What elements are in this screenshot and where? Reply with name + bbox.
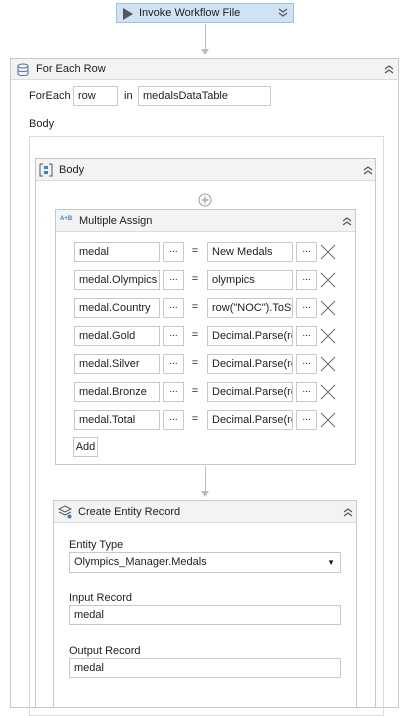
assign-left-input[interactable]: medal.Olympics (74, 270, 160, 290)
flow-arrow (201, 491, 209, 497)
foreach-item-input[interactable]: row (73, 86, 118, 106)
entity-type-select[interactable]: Olympics_Manager.Medals ▼ (69, 552, 341, 573)
assign-right-input[interactable]: Decimal.Parse(ro (207, 410, 293, 430)
right-expression-button[interactable]: ... (296, 242, 317, 262)
assign-right-input[interactable]: Decimal.Parse(ro (207, 382, 293, 402)
create-entity-title: Create Entity Record (78, 506, 181, 518)
invoke-workflow-activity[interactable]: Invoke Workflow File (116, 3, 294, 23)
right-expression-button[interactable]: ... (296, 270, 317, 290)
collapse-icon[interactable] (362, 165, 374, 175)
collapse-icon[interactable] (342, 507, 354, 517)
entity-type-label: Entity Type (69, 539, 124, 551)
database-icon (17, 63, 29, 76)
body-sequence-title: Body (59, 164, 85, 176)
entity-layers-icon (58, 505, 72, 519)
invoke-workflow-title: Invoke Workflow File (139, 7, 241, 19)
left-expression-button[interactable]: ... (163, 410, 184, 430)
equals-sign: = (191, 357, 199, 369)
flow-connector (205, 24, 206, 50)
add-assign-button[interactable]: Add (73, 437, 98, 457)
equals-sign: = (191, 329, 199, 341)
equals-sign: = (191, 413, 199, 425)
right-expression-button[interactable]: ... (296, 298, 317, 318)
body-sequence-header (36, 159, 375, 181)
right-expression-button[interactable]: ... (296, 326, 317, 346)
assign-left-input[interactable]: medal.Total (74, 410, 160, 430)
equals-sign: = (191, 273, 199, 285)
assign-right-input[interactable]: New Medals (207, 242, 293, 262)
flow-connector (205, 466, 206, 492)
left-expression-button[interactable]: ... (163, 298, 184, 318)
output-record-field[interactable]: medal (69, 658, 341, 678)
for-each-title: For Each Row (36, 63, 106, 75)
add-activity-icon[interactable] (198, 193, 212, 207)
delete-row-icon[interactable] (319, 383, 337, 401)
assign-left-input[interactable]: medal.Bronze (74, 382, 160, 402)
collapse-icon[interactable] (383, 64, 395, 74)
chevron-down-icon[interactable] (277, 8, 289, 18)
assign-right-input[interactable]: Decimal.Parse(ro (207, 326, 293, 346)
equals-sign: = (191, 385, 199, 397)
entity-type-value: Olympics_Manager.Medals (74, 556, 207, 568)
delete-row-icon[interactable] (319, 271, 337, 289)
flow-arrow (201, 49, 209, 55)
delete-row-icon[interactable] (319, 299, 337, 317)
left-expression-button[interactable]: ... (163, 242, 184, 262)
input-record-field[interactable]: medal (69, 605, 341, 625)
collection-input[interactable]: medalsDataTable (138, 86, 271, 106)
assign-right-input[interactable]: row("NOC").ToSt (207, 298, 293, 318)
delete-row-icon[interactable] (319, 355, 337, 373)
collapse-icon[interactable] (341, 216, 353, 226)
assign-left-input[interactable]: medal (74, 242, 160, 262)
left-expression-button[interactable]: ... (163, 270, 184, 290)
equals-sign: = (191, 301, 199, 313)
dropdown-arrow-icon: ▼ (327, 558, 335, 567)
assign-left-input[interactable]: medal.Silver (74, 354, 160, 374)
multiple-assign-title: Multiple Assign (79, 215, 153, 227)
in-label: in (124, 90, 133, 102)
delete-row-icon[interactable] (319, 327, 337, 345)
foreach-label: ForEach (29, 90, 71, 102)
right-expression-button[interactable]: ... (296, 410, 317, 430)
assign-icon: A+B (60, 216, 73, 222)
output-record-label: Output Record (69, 645, 141, 657)
delete-row-icon[interactable] (319, 411, 337, 429)
left-expression-button[interactable]: ... (163, 354, 184, 374)
assign-left-input[interactable]: medal.Country (74, 298, 160, 318)
equals-sign: = (191, 245, 199, 257)
sequence-icon (39, 163, 53, 177)
input-record-label: Input Record (69, 592, 132, 604)
assign-right-input[interactable]: olympics (207, 270, 293, 290)
assign-left-input[interactable]: medal.Gold (74, 326, 160, 346)
delete-row-icon[interactable] (319, 243, 337, 261)
right-expression-button[interactable]: ... (296, 354, 317, 374)
left-expression-button[interactable]: ... (163, 326, 184, 346)
play-icon (123, 8, 133, 20)
left-expression-button[interactable]: ... (163, 382, 184, 402)
create-entity-record-activity[interactable]: Create Entity Record Entity Type Olympic… (53, 500, 357, 708)
body-label: Body (29, 118, 55, 130)
right-expression-button[interactable]: ... (296, 382, 317, 402)
assign-right-input[interactable]: Decimal.Parse(ro (207, 354, 293, 374)
